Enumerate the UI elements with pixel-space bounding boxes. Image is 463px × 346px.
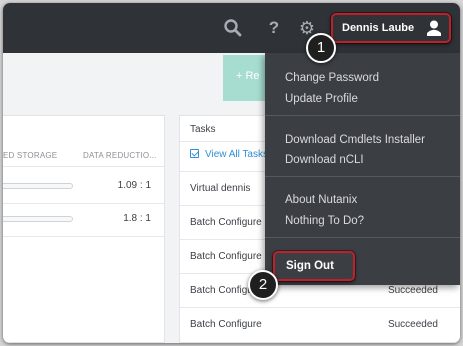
task-row[interactable]: Batch Configure Succeeded [180,307,460,341]
callout-step-1: 1 [306,33,336,63]
sign-out-button[interactable]: Sign Out [273,251,355,281]
storage-usage-bar [3,216,73,222]
checklist-icon [190,149,199,158]
task-status: Succeeded [387,319,438,330]
task-status: Succeeded [387,285,438,296]
task-name: Batch Configure [190,217,262,228]
user-name: Dennis Laube [342,22,415,34]
view-all-tasks-label: View All Tasks [205,149,268,160]
view-all-tasks-link[interactable]: View All Tasks [190,149,268,160]
menu-item-nothing-to-do[interactable]: Nothing To Do? [285,215,364,227]
sign-out-label: Sign Out [286,260,334,272]
column-header-data-reduction: DATA REDUCTIO... [83,151,157,160]
divider [3,166,165,167]
app-window: ? ⚙ Dennis Laube + Re ED STORAGE DATA RE… [3,3,460,343]
tasks-title: Tasks [190,124,216,135]
menu-item-download-ncli[interactable]: Download nCLI [285,154,364,166]
storage-panel: ED STORAGE DATA REDUCTIO... 1.09 : 1 1.8… [3,115,165,343]
column-header-storage: ED STORAGE [3,151,58,160]
user-dropdown-menu: Change Password Update Profile Download … [265,53,460,285]
menu-item-download-cmdlets[interactable]: Download Cmdlets Installer [285,134,425,146]
menu-divider [265,176,460,177]
user-icon [426,19,442,37]
callout-step-2: 2 [248,270,278,300]
add-button-label: + Re [236,70,260,82]
menu-item-about-nutanix[interactable]: About Nutanix [285,194,357,206]
task-name: Batch Configure [190,251,262,262]
divider [3,236,165,237]
menu-divider [265,237,460,238]
menu-item-change-password[interactable]: Change Password [285,72,379,84]
task-name: Virtual dennis [190,183,251,194]
data-reduction-value: 1.8 : 1 [123,213,151,224]
data-reduction-value: 1.09 : 1 [117,180,151,191]
task-name: Batch Configure [190,319,262,330]
help-icon[interactable]: ? [263,17,285,39]
storage-usage-bar [3,183,73,189]
user-menu-button[interactable]: Dennis Laube [331,13,451,43]
search-icon[interactable] [222,17,244,39]
divider [3,203,165,204]
menu-item-update-profile[interactable]: Update Profile [285,93,358,105]
menu-divider [265,115,460,116]
top-navigation-bar: ? ⚙ Dennis Laube [3,3,460,53]
